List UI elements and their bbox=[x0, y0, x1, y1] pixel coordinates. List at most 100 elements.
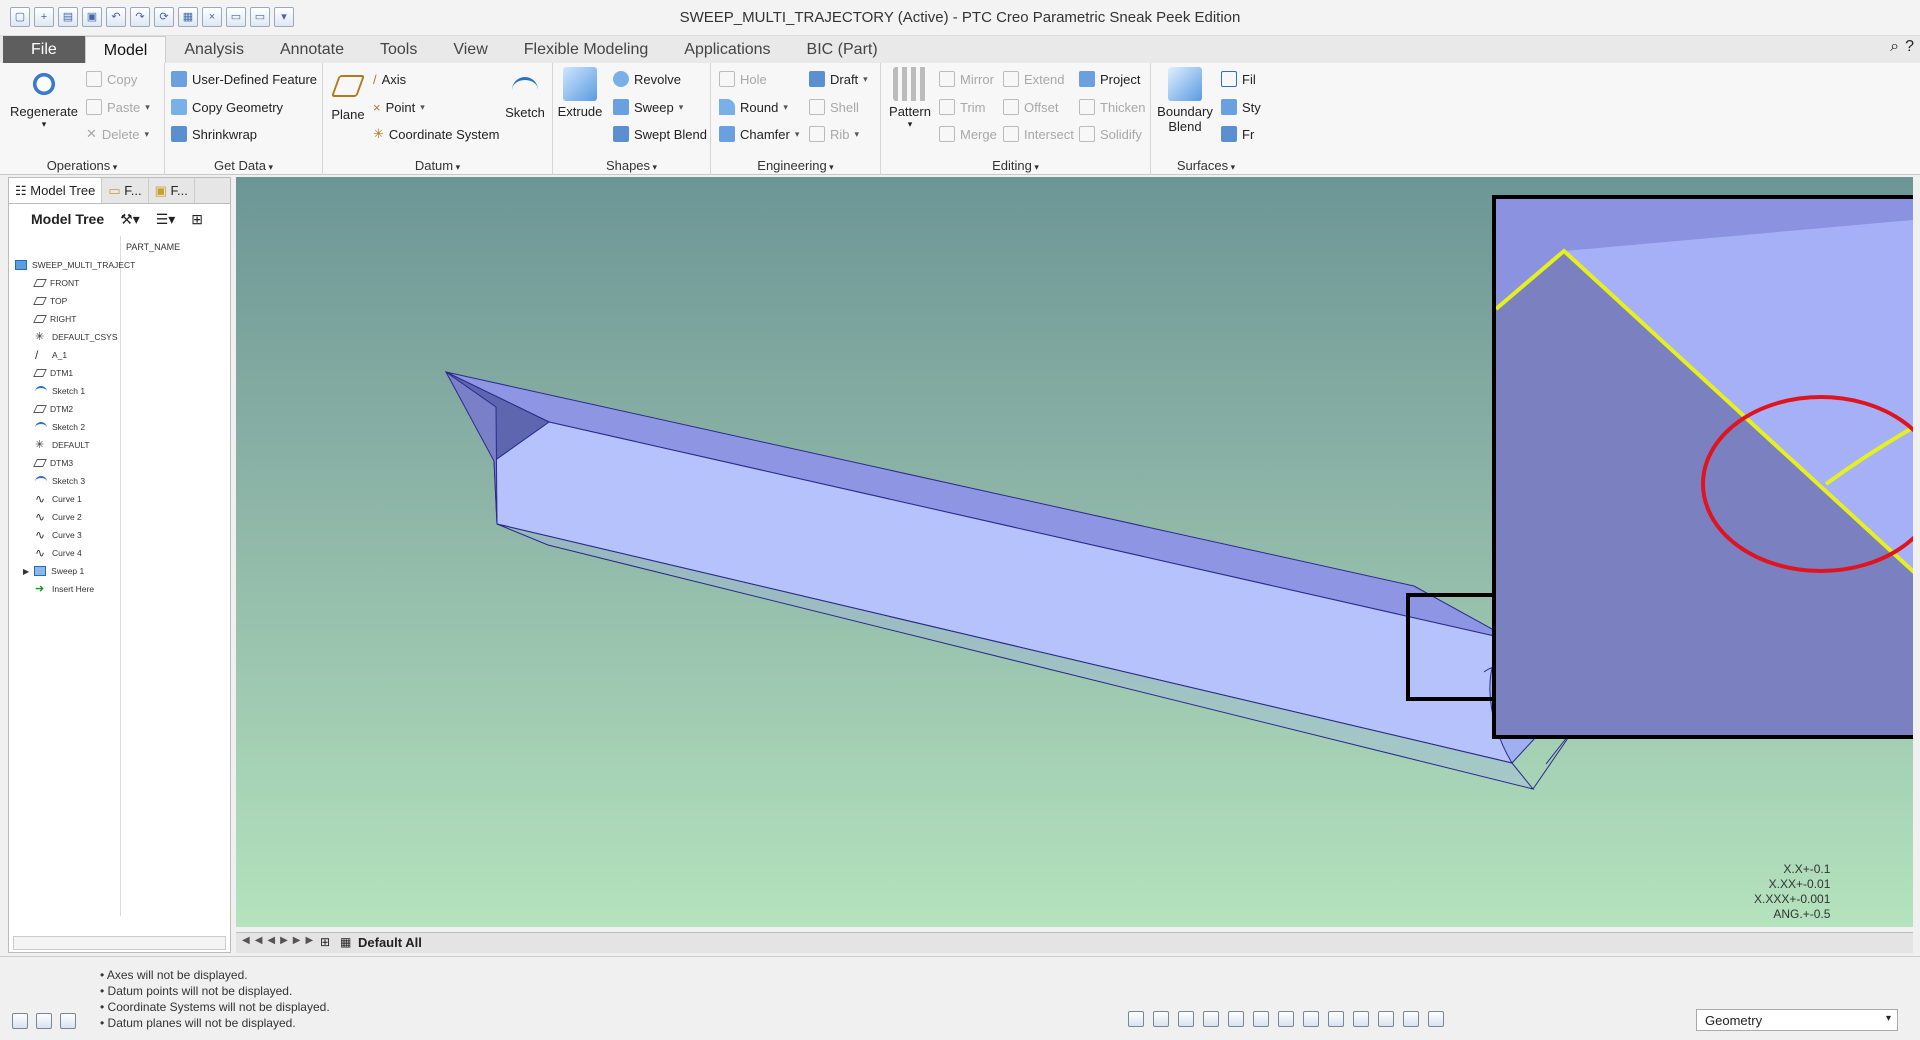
model-nav-arrows[interactable]: ◀◀◀▶▶▶ bbox=[242, 935, 318, 946]
tab-bic-part[interactable]: BIC (Part) bbox=[789, 36, 896, 63]
tab-folder-browser[interactable]: ▭ F... bbox=[102, 178, 149, 203]
plane-button[interactable]: Plane bbox=[327, 67, 369, 122]
user-defined-feature-button[interactable]: User-Defined Feature bbox=[171, 69, 317, 89]
tree-item-curve1[interactable]: ∿ Curve 1 bbox=[15, 490, 135, 508]
saved-views-icon[interactable] bbox=[1253, 1011, 1269, 1027]
hole-button[interactable]: Hole bbox=[719, 69, 767, 89]
tab-flexible-modeling[interactable]: Flexible Modeling bbox=[506, 36, 667, 63]
tree-item-curve2[interactable]: ∿ Curve 2 bbox=[15, 508, 135, 526]
revolve-button[interactable]: Revolve bbox=[613, 69, 681, 89]
extend-button[interactable]: Extend bbox=[1003, 69, 1064, 89]
tab-model[interactable]: Model bbox=[84, 36, 167, 63]
group-label-engineering[interactable]: Engineering bbox=[711, 158, 880, 173]
tab-tools[interactable]: Tools bbox=[362, 36, 435, 63]
group-label-surfaces[interactable]: Surfaces bbox=[1151, 158, 1261, 173]
show-icon[interactable]: ☰▾ bbox=[156, 211, 176, 228]
tab-analysis[interactable]: Analysis bbox=[166, 36, 262, 63]
refit-icon[interactable] bbox=[1128, 1011, 1144, 1027]
tree-item-dtm3[interactable]: DTM3 bbox=[15, 454, 135, 472]
tree-item-dtm1[interactable]: DTM1 bbox=[15, 364, 135, 382]
tree-item-sweep1[interactable]: ▶ Sweep 1 bbox=[15, 562, 135, 580]
regenerate-button[interactable]: Regenerate ▾ bbox=[8, 67, 80, 130]
group-label-shapes[interactable]: Shapes bbox=[553, 158, 710, 173]
tab-applications[interactable]: Applications bbox=[666, 36, 788, 63]
axis-button[interactable]: / Axis bbox=[373, 69, 406, 89]
datum-display-icon[interactable] bbox=[1328, 1011, 1344, 1027]
sweep-button[interactable]: Sweep bbox=[613, 97, 683, 117]
tree-item-default[interactable]: ✳ DEFAULT bbox=[15, 436, 135, 454]
tree-item-front[interactable]: FRONT bbox=[15, 274, 135, 292]
point-button[interactable]: × Point bbox=[373, 97, 425, 117]
tree-item-sketch3[interactable]: Sketch 3 bbox=[15, 472, 135, 490]
filter-icon[interactable]: ⊞ bbox=[191, 211, 203, 228]
find-icon[interactable] bbox=[1428, 1011, 1444, 1027]
tree-item-sketch2[interactable]: Sketch 2 bbox=[15, 418, 135, 436]
group-label-operations[interactable]: Operations bbox=[0, 158, 164, 173]
tree-item-sketch1[interactable]: Sketch 1 bbox=[15, 382, 135, 400]
tree-item-default-csys[interactable]: ✳ DEFAULT_CSYS bbox=[15, 328, 135, 346]
project-button[interactable]: Project bbox=[1079, 69, 1140, 89]
group-label-datum[interactable]: Datum bbox=[323, 158, 552, 173]
tree-item-a1[interactable]: / A_1 bbox=[15, 346, 135, 364]
perspective-icon[interactable] bbox=[1228, 1011, 1244, 1027]
trim-button[interactable]: Trim bbox=[939, 97, 986, 117]
style-button[interactable]: Sty bbox=[1221, 97, 1261, 117]
browser-toggle-icon[interactable] bbox=[36, 1013, 52, 1029]
zoom-out-icon[interactable] bbox=[1178, 1011, 1194, 1027]
default-all-tab[interactable]: Default All bbox=[358, 935, 422, 950]
annotation-display-icon[interactable] bbox=[1353, 1011, 1369, 1027]
swept-blend-button[interactable]: Swept Blend bbox=[613, 124, 707, 144]
paste-button[interactable]: Paste bbox=[86, 97, 150, 117]
tab-favorites[interactable]: ▣ F... bbox=[149, 178, 195, 203]
tab-file[interactable]: File bbox=[3, 36, 85, 63]
flag-icon[interactable] bbox=[1403, 1011, 1419, 1027]
tree-item-curve4[interactable]: ∿ Curve 4 bbox=[15, 544, 135, 562]
delete-button[interactable]: ✕ Delete bbox=[86, 124, 149, 144]
settings-icon[interactable]: ⚒▾ bbox=[120, 211, 140, 228]
round-button[interactable]: Round bbox=[719, 97, 788, 117]
tree-item-curve3[interactable]: ∿ Curve 3 bbox=[15, 526, 135, 544]
fill-button[interactable]: Fil bbox=[1221, 69, 1256, 89]
solidify-button[interactable]: Solidify bbox=[1079, 124, 1142, 144]
chamfer-button[interactable]: Chamfer bbox=[719, 124, 799, 144]
tree-item-insert-here[interactable]: ➜ Insert Here bbox=[15, 580, 135, 598]
mirror-button[interactable]: Mirror bbox=[939, 69, 994, 89]
column-header[interactable]: PART_NAME bbox=[126, 242, 180, 252]
copy-geometry-button[interactable]: Copy Geometry bbox=[171, 97, 283, 117]
tree-item-root[interactable]: SWEEP_MULTI_TRAJECT bbox=[15, 256, 135, 274]
pattern-button[interactable]: Pattern ▾ bbox=[885, 67, 935, 130]
full-screen-icon[interactable] bbox=[60, 1013, 76, 1029]
freestyle-button[interactable]: Fr bbox=[1221, 124, 1254, 144]
boundary-blend-button[interactable]: Boundary Blend bbox=[1155, 67, 1215, 134]
repaint-icon[interactable] bbox=[1203, 1011, 1219, 1027]
tree-item-dtm2[interactable]: DTM2 bbox=[15, 400, 135, 418]
intersect-button[interactable]: Intersect bbox=[1003, 124, 1074, 144]
shell-button[interactable]: Shell bbox=[809, 97, 859, 117]
tree-item-right[interactable]: RIGHT bbox=[15, 310, 135, 328]
search-icon[interactable]: ⌕ bbox=[1890, 38, 1899, 56]
draft-button[interactable]: Draft bbox=[809, 69, 868, 89]
tree-item-top[interactable]: TOP bbox=[15, 292, 135, 310]
horizontal-scrollbar[interactable] bbox=[13, 936, 226, 950]
model-tab-add-icon[interactable]: ⊞ bbox=[320, 935, 330, 949]
coordinate-system-button[interactable]: ✳ Coordinate System bbox=[373, 124, 499, 144]
section-icon[interactable] bbox=[1303, 1011, 1319, 1027]
shrinkwrap-button[interactable]: Shrinkwrap bbox=[171, 124, 257, 144]
help-icon[interactable]: ? bbox=[1905, 38, 1914, 56]
rib-button[interactable]: Rib bbox=[809, 124, 859, 144]
tab-view[interactable]: View bbox=[435, 36, 505, 63]
merge-button[interactable]: Merge bbox=[939, 124, 997, 144]
group-label-editing[interactable]: Editing bbox=[881, 158, 1150, 173]
spin-center-icon[interactable] bbox=[1378, 1011, 1394, 1027]
tab-model-tree[interactable]: ☷ Model Tree bbox=[9, 178, 103, 203]
group-label-get-data[interactable]: Get Data bbox=[165, 158, 322, 173]
sketch-button[interactable]: Sketch bbox=[503, 67, 547, 120]
offset-button[interactable]: Offset bbox=[1003, 97, 1058, 117]
tab-annotate[interactable]: Annotate bbox=[262, 36, 362, 63]
display-style-icon[interactable] bbox=[1278, 1011, 1294, 1027]
navigator-toggle-icon[interactable] bbox=[12, 1013, 28, 1029]
extrude-button[interactable]: Extrude bbox=[557, 67, 603, 119]
expand-arrow-icon[interactable]: ▶ bbox=[23, 567, 29, 576]
copy-button[interactable]: Copy bbox=[86, 69, 137, 89]
selection-filter[interactable]: Geometry ▾ bbox=[1696, 1009, 1898, 1031]
